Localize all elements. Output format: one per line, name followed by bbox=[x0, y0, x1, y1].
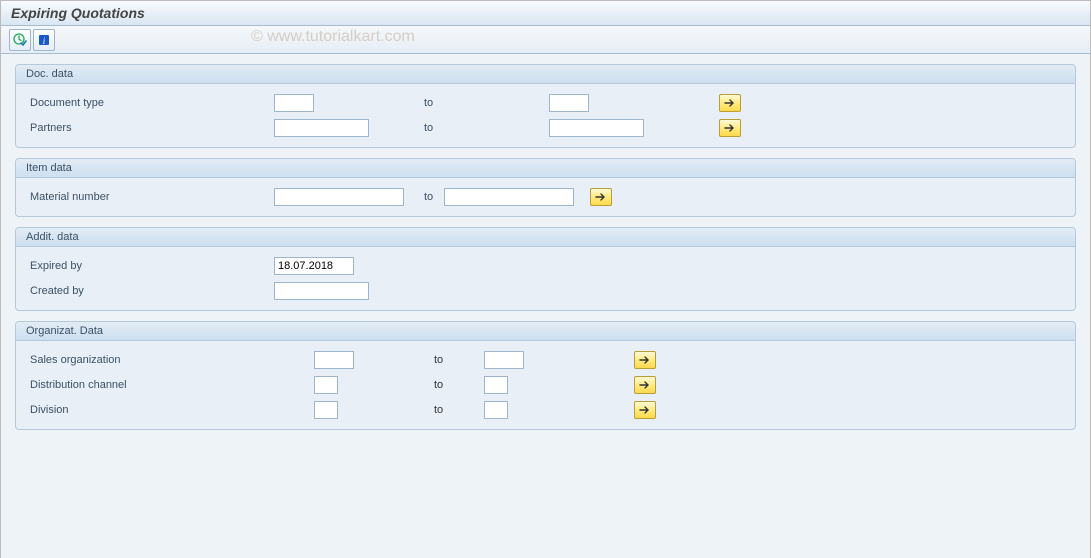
to-label: to bbox=[414, 191, 444, 203]
dist-channel-multi-button[interactable] bbox=[634, 376, 656, 394]
label-dist-channel: Distribution channel bbox=[24, 379, 314, 391]
division-from-input[interactable] bbox=[314, 401, 338, 419]
row-document-type: Document type to bbox=[24, 91, 1067, 115]
arrow-right-icon bbox=[724, 98, 736, 108]
document-type-multi-button[interactable] bbox=[719, 94, 741, 112]
material-multi-button[interactable] bbox=[590, 188, 612, 206]
group-title-org-data: Organizat. Data bbox=[16, 322, 1075, 341]
row-sales-org: Sales organization to bbox=[24, 348, 1067, 372]
sales-org-multi-button[interactable] bbox=[634, 351, 656, 369]
division-multi-button[interactable] bbox=[634, 401, 656, 419]
arrow-right-icon bbox=[724, 123, 736, 133]
division-to-input[interactable] bbox=[484, 401, 508, 419]
arrow-right-icon bbox=[639, 355, 651, 365]
row-expired-by: Expired by bbox=[24, 254, 1067, 278]
arrow-right-icon bbox=[639, 380, 651, 390]
label-expired-by: Expired by bbox=[24, 260, 274, 272]
arrow-right-icon bbox=[595, 192, 607, 202]
dist-channel-to-input[interactable] bbox=[484, 376, 508, 394]
sales-org-to-input[interactable] bbox=[484, 351, 524, 369]
created-by-input[interactable] bbox=[274, 282, 369, 300]
document-type-from-input[interactable] bbox=[274, 94, 314, 112]
group-title-doc-data: Doc. data bbox=[16, 65, 1075, 84]
partners-to-input[interactable] bbox=[549, 119, 644, 137]
partners-multi-button[interactable] bbox=[719, 119, 741, 137]
label-division: Division bbox=[24, 404, 314, 416]
label-sales-org: Sales organization bbox=[24, 354, 314, 366]
execute-button[interactable] bbox=[9, 29, 31, 51]
to-label: to bbox=[434, 404, 484, 416]
arrow-right-icon bbox=[639, 405, 651, 415]
group-addit-data: Addit. data Expired by Created by bbox=[15, 227, 1076, 311]
label-created-by: Created by bbox=[24, 285, 274, 297]
to-label: to bbox=[434, 354, 484, 366]
info-icon: i bbox=[37, 33, 51, 47]
row-created-by: Created by bbox=[24, 279, 1067, 303]
partners-from-input[interactable] bbox=[274, 119, 369, 137]
content-area: Doc. data Document type to Partners to bbox=[1, 54, 1090, 558]
group-item-data: Item data Material number to bbox=[15, 158, 1076, 217]
row-partners: Partners to bbox=[24, 116, 1067, 140]
material-to-input[interactable] bbox=[444, 188, 574, 206]
group-doc-data: Doc. data Document type to Partners to bbox=[15, 64, 1076, 148]
watermark-text: © www.tutorialkart.com bbox=[251, 28, 415, 46]
row-dist-channel: Distribution channel to bbox=[24, 373, 1067, 397]
toolbar: i © www.tutorialkart.com bbox=[1, 26, 1090, 54]
to-label: to bbox=[414, 122, 549, 134]
expired-by-input[interactable] bbox=[274, 257, 354, 275]
material-from-input[interactable] bbox=[274, 188, 404, 206]
info-button[interactable]: i bbox=[33, 29, 55, 51]
dist-channel-from-input[interactable] bbox=[314, 376, 338, 394]
row-material-number: Material number to bbox=[24, 185, 1067, 209]
label-material-number: Material number bbox=[24, 191, 274, 203]
label-partners: Partners bbox=[24, 122, 274, 134]
group-title-addit-data: Addit. data bbox=[16, 228, 1075, 247]
clock-check-icon bbox=[13, 33, 27, 47]
sales-org-from-input[interactable] bbox=[314, 351, 354, 369]
page-title: Expiring Quotations bbox=[1, 1, 1090, 26]
group-title-item-data: Item data bbox=[16, 159, 1075, 178]
row-division: Division to bbox=[24, 398, 1067, 422]
label-document-type: Document type bbox=[24, 97, 274, 109]
to-label: to bbox=[414, 97, 549, 109]
document-type-to-input[interactable] bbox=[549, 94, 589, 112]
group-org-data: Organizat. Data Sales organization to Di… bbox=[15, 321, 1076, 430]
to-label: to bbox=[434, 379, 484, 391]
